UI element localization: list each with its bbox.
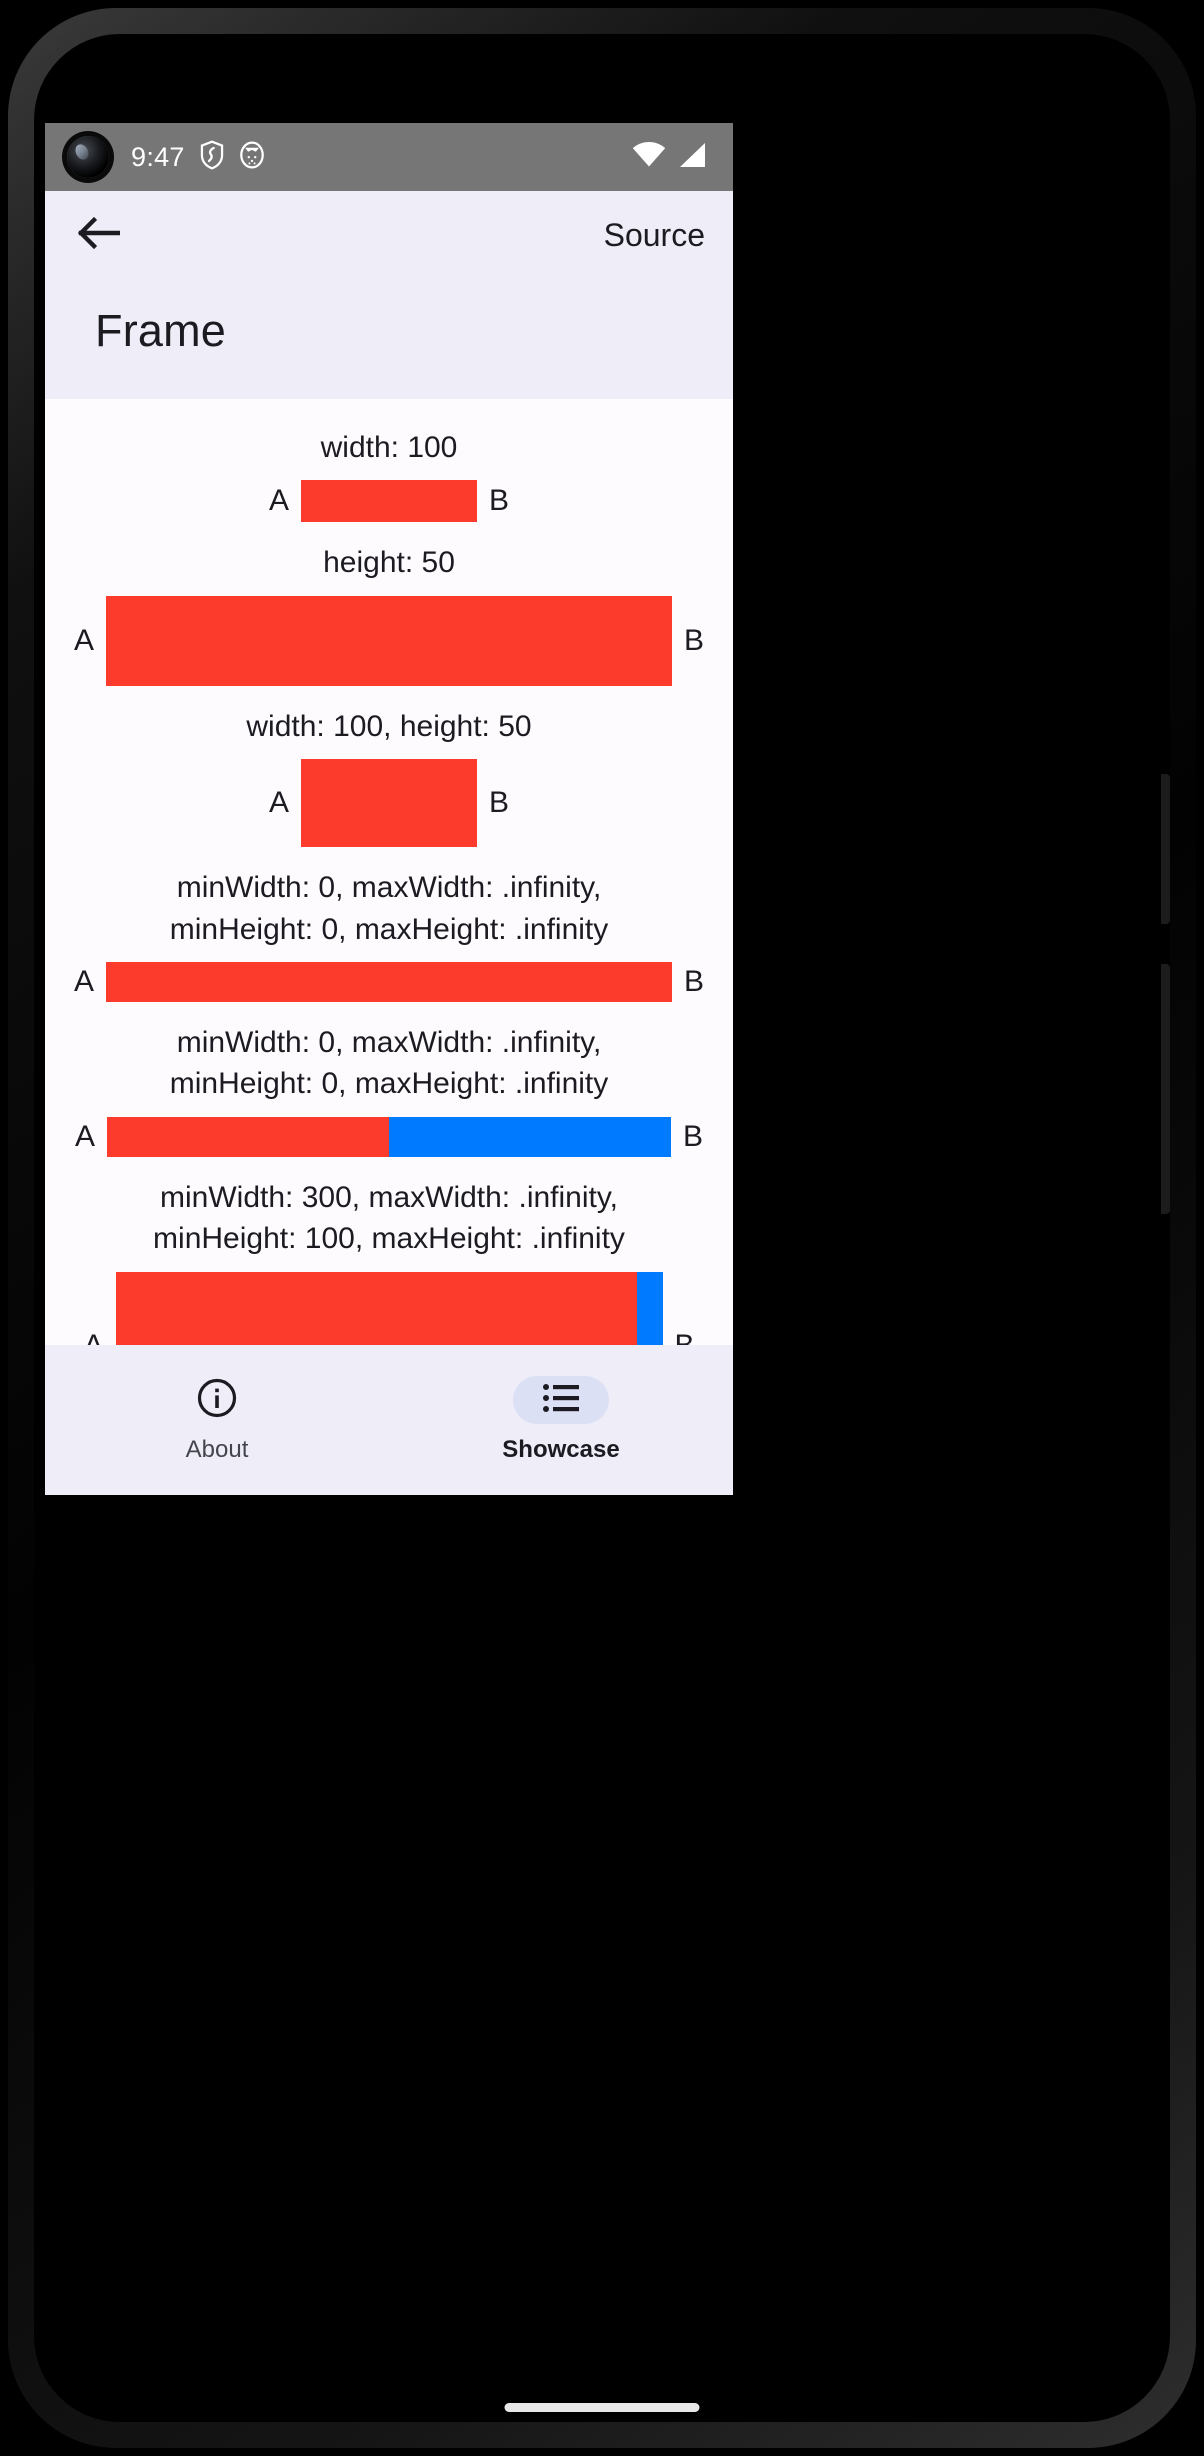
demo-stage: AB bbox=[45, 480, 733, 523]
demo-stage: AB bbox=[45, 961, 733, 1002]
nav-item-label: About bbox=[185, 1436, 249, 1463]
demo-bars bbox=[301, 480, 477, 523]
demo-row: width: 100, height: 50 A B bbox=[45, 692, 733, 848]
demo-caption: width: 100, height: 50 bbox=[246, 709, 532, 743]
phone-screen: 9:47 Source Frame width: 100 A B height:… bbox=[45, 123, 733, 1495]
back-button[interactable] bbox=[71, 208, 125, 262]
demo-bar bbox=[389, 1116, 671, 1157]
demo-bar bbox=[107, 1116, 389, 1157]
nav-pill bbox=[513, 1376, 609, 1424]
app-bar: Source Frame bbox=[45, 191, 733, 399]
nav-item-about[interactable]: About bbox=[45, 1345, 389, 1495]
demo-caption: height: 50 bbox=[323, 546, 455, 580]
status-bar: 9:47 bbox=[45, 123, 733, 191]
demo-bar bbox=[106, 961, 672, 1002]
marker-left: A bbox=[268, 786, 289, 820]
demo-stage: AB bbox=[45, 759, 733, 848]
arrow-left-icon bbox=[76, 214, 121, 257]
demo-bar bbox=[301, 759, 477, 848]
marker-left: A bbox=[268, 484, 289, 518]
list-icon bbox=[542, 1382, 580, 1419]
demo-caption: width: 100 bbox=[320, 431, 458, 464]
demo-caption: minWidth: 0, maxWidth: .infinity, minHeig… bbox=[169, 1025, 609, 1101]
demo-stage: AB bbox=[45, 1116, 733, 1157]
wifi-icon bbox=[632, 141, 666, 173]
marker-right: B bbox=[488, 484, 509, 518]
gesture-home-bar[interactable] bbox=[504, 2403, 700, 2412]
nav-item-label: Showcase bbox=[502, 1436, 620, 1463]
demo-bars bbox=[106, 595, 672, 686]
demo-list[interactable]: width: 100 A Bheight: 50 A Bwidth: 100, heig… bbox=[45, 399, 733, 1426]
marker-right: B bbox=[488, 786, 509, 820]
demo-bars bbox=[107, 1116, 671, 1157]
info-circle-icon bbox=[196, 1377, 238, 1424]
marker-left: A bbox=[74, 1119, 95, 1153]
demo-caption: minWidth: 300, maxWidth: .infinity, minHe… bbox=[153, 1180, 625, 1256]
bottom-navigation-bar: About Showcase bbox=[45, 1345, 733, 1495]
source-link[interactable]: Source bbox=[604, 217, 707, 254]
marker-left: A bbox=[73, 964, 94, 998]
demo-bar bbox=[106, 595, 672, 686]
marker-left: A bbox=[73, 623, 94, 657]
marker-right: B bbox=[682, 1119, 703, 1153]
app-bar-top-row: Source bbox=[71, 191, 707, 279]
phone-device-frame: 9:47 Source Frame width: 100 A B height:… bbox=[8, 8, 1196, 2448]
demo-bars bbox=[106, 961, 672, 1002]
page-title: Frame bbox=[95, 305, 227, 356]
cellular-signal-icon bbox=[677, 142, 707, 173]
brave-lion-icon bbox=[239, 140, 265, 175]
demo-bars bbox=[301, 759, 477, 848]
power-button[interactable] bbox=[1161, 774, 1170, 924]
nav-item-showcase[interactable]: Showcase bbox=[389, 1345, 733, 1495]
status-clock: 9:47 bbox=[131, 141, 185, 172]
demo-row: width: 100 A B bbox=[45, 413, 733, 523]
demo-bar bbox=[301, 480, 477, 523]
nav-pill bbox=[169, 1376, 265, 1424]
marker-right: B bbox=[683, 623, 704, 657]
shield-icon bbox=[199, 140, 225, 175]
camera-punch-hole bbox=[67, 136, 109, 178]
marker-right: B bbox=[683, 964, 704, 998]
status-bar-right bbox=[632, 141, 707, 173]
demo-row: minWidth: 0, maxWidth: .infinity, minHeig… bbox=[45, 853, 733, 1002]
volume-button[interactable] bbox=[1161, 964, 1170, 1214]
demo-row: minWidth: 0, maxWidth: .infinity, minHeig… bbox=[45, 1008, 733, 1157]
demo-stage: AB bbox=[45, 595, 733, 686]
demo-caption: minWidth: 0, maxWidth: .infinity, minHeig… bbox=[169, 871, 609, 946]
demo-row: height: 50 A B bbox=[45, 528, 733, 686]
status-bar-left: 9:47 bbox=[131, 140, 265, 175]
